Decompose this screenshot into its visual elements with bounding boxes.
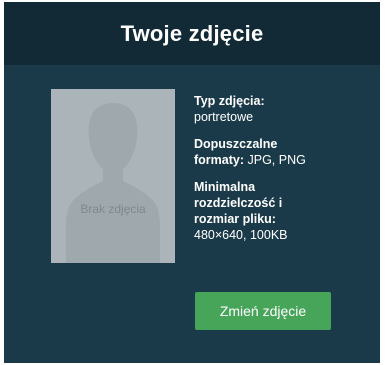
min-size-info: Minimalna rozdzielczość i rozmiar pliku:… <box>194 179 374 243</box>
min-label-line2: rozdzielczość i <box>194 196 283 210</box>
card-title: Twoje zdjęcie <box>120 20 264 46</box>
photo-placeholder: Brak zdjęcia <box>51 89 175 263</box>
photo-type-value: portretowe <box>194 110 254 124</box>
photo-type-label: Typ zdjęcia: <box>194 94 265 108</box>
min-size-value: 480×640, 100KB <box>194 228 288 242</box>
person-silhouette-icon <box>66 103 160 263</box>
photo-type-info: Typ zdjęcia: portretowe <box>194 93 374 125</box>
card-header: Twoje zdjęcie <box>4 2 380 65</box>
no-photo-label: Brak zdjęcia <box>80 202 146 216</box>
photo-card: Twoje zdjęcie Brak zdjęcia Typ zdjęcia: … <box>4 2 380 363</box>
min-label-line1: Minimalna <box>194 180 256 194</box>
change-photo-button[interactable]: Zmień zdjęcie <box>195 292 331 330</box>
formats-label-line1: Dopuszczalne <box>194 137 278 151</box>
photo-requirements: Typ zdjęcia: portretowe Dopuszczalne for… <box>194 93 374 254</box>
formats-line: formaty: JPG, PNG <box>194 152 374 168</box>
formats-info: Dopuszczalne formaty: JPG, PNG <box>194 136 374 168</box>
formats-value: JPG, PNG <box>244 153 306 167</box>
formats-label-line2: formaty <box>194 153 240 167</box>
min-label-line3: rozmiar pliku: <box>194 212 276 226</box>
